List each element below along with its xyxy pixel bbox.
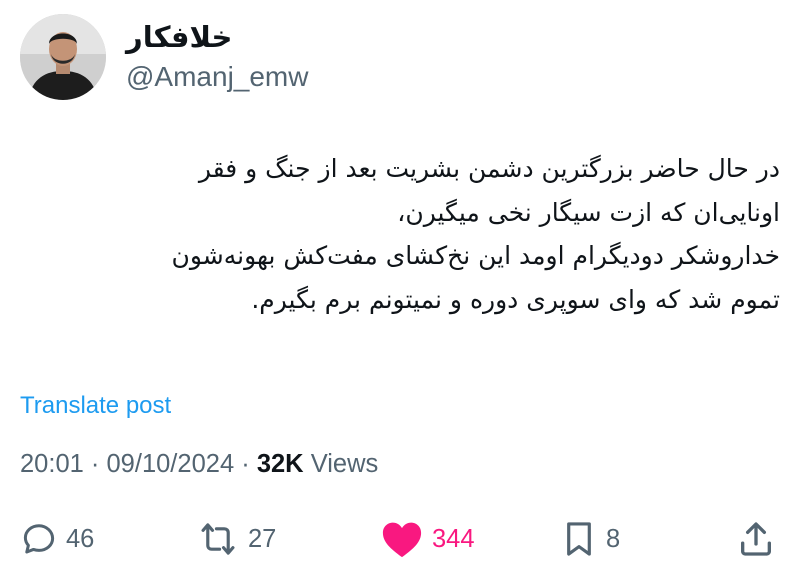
repost-icon: [196, 520, 240, 558]
tweet-meta: 20:01 · 09/10/2024 · 32K Views: [20, 450, 378, 479]
like-button[interactable]: 344: [380, 515, 475, 563]
bookmark-icon: [560, 519, 598, 559]
meta-separator: ·: [241, 450, 250, 478]
tweet-text-line: خداروشکر دودیگرام اومد این نخ‌کشای مفت‌ک…: [171, 241, 780, 270]
bookmark-count: 8: [606, 524, 621, 553]
views-label: Views: [310, 450, 379, 478]
tweet-text-line: در حال حاضر بزرگترین دشمن بشریت بعد از ج…: [198, 154, 780, 183]
bookmark-button[interactable]: 8: [560, 515, 620, 563]
tweet-text-line: اونایی‌ان که ازت سیگار نخی میگیرن،: [397, 197, 780, 227]
avatar[interactable]: [20, 14, 106, 100]
post-time[interactable]: 20:01: [20, 450, 84, 478]
reply-button[interactable]: 46: [20, 515, 94, 563]
like-count: 344: [432, 524, 475, 553]
tweet-text-line: تموم شد که وای سوپری دوره و نمیتونم برم …: [251, 284, 780, 314]
post-date[interactable]: 09/10/2024: [107, 450, 235, 478]
translate-post-link[interactable]: Translate post: [20, 392, 171, 420]
share-icon: [736, 519, 776, 559]
author-display-name[interactable]: خلافکار: [126, 19, 308, 57]
meta-separator: ·: [90, 450, 100, 478]
author-info: خلافکار @Amanj_emw: [126, 19, 308, 95]
share-button[interactable]: [736, 515, 776, 563]
action-bar: 46 27 344 8: [0, 515, 800, 563]
reply-icon: [20, 520, 58, 558]
reply-count: 46: [66, 524, 95, 553]
like-icon: [380, 519, 424, 559]
views-count[interactable]: 32K: [257, 450, 304, 478]
tweet-header: خلافکار @Amanj_emw: [20, 14, 308, 100]
repost-count: 27: [248, 524, 277, 553]
tweet-text: در حال حاضر بزرگترین دشمن بشریت بعد از ج…: [20, 147, 780, 321]
author-handle[interactable]: @Amanj_emw: [126, 59, 308, 95]
repost-button[interactable]: 27: [196, 515, 276, 563]
